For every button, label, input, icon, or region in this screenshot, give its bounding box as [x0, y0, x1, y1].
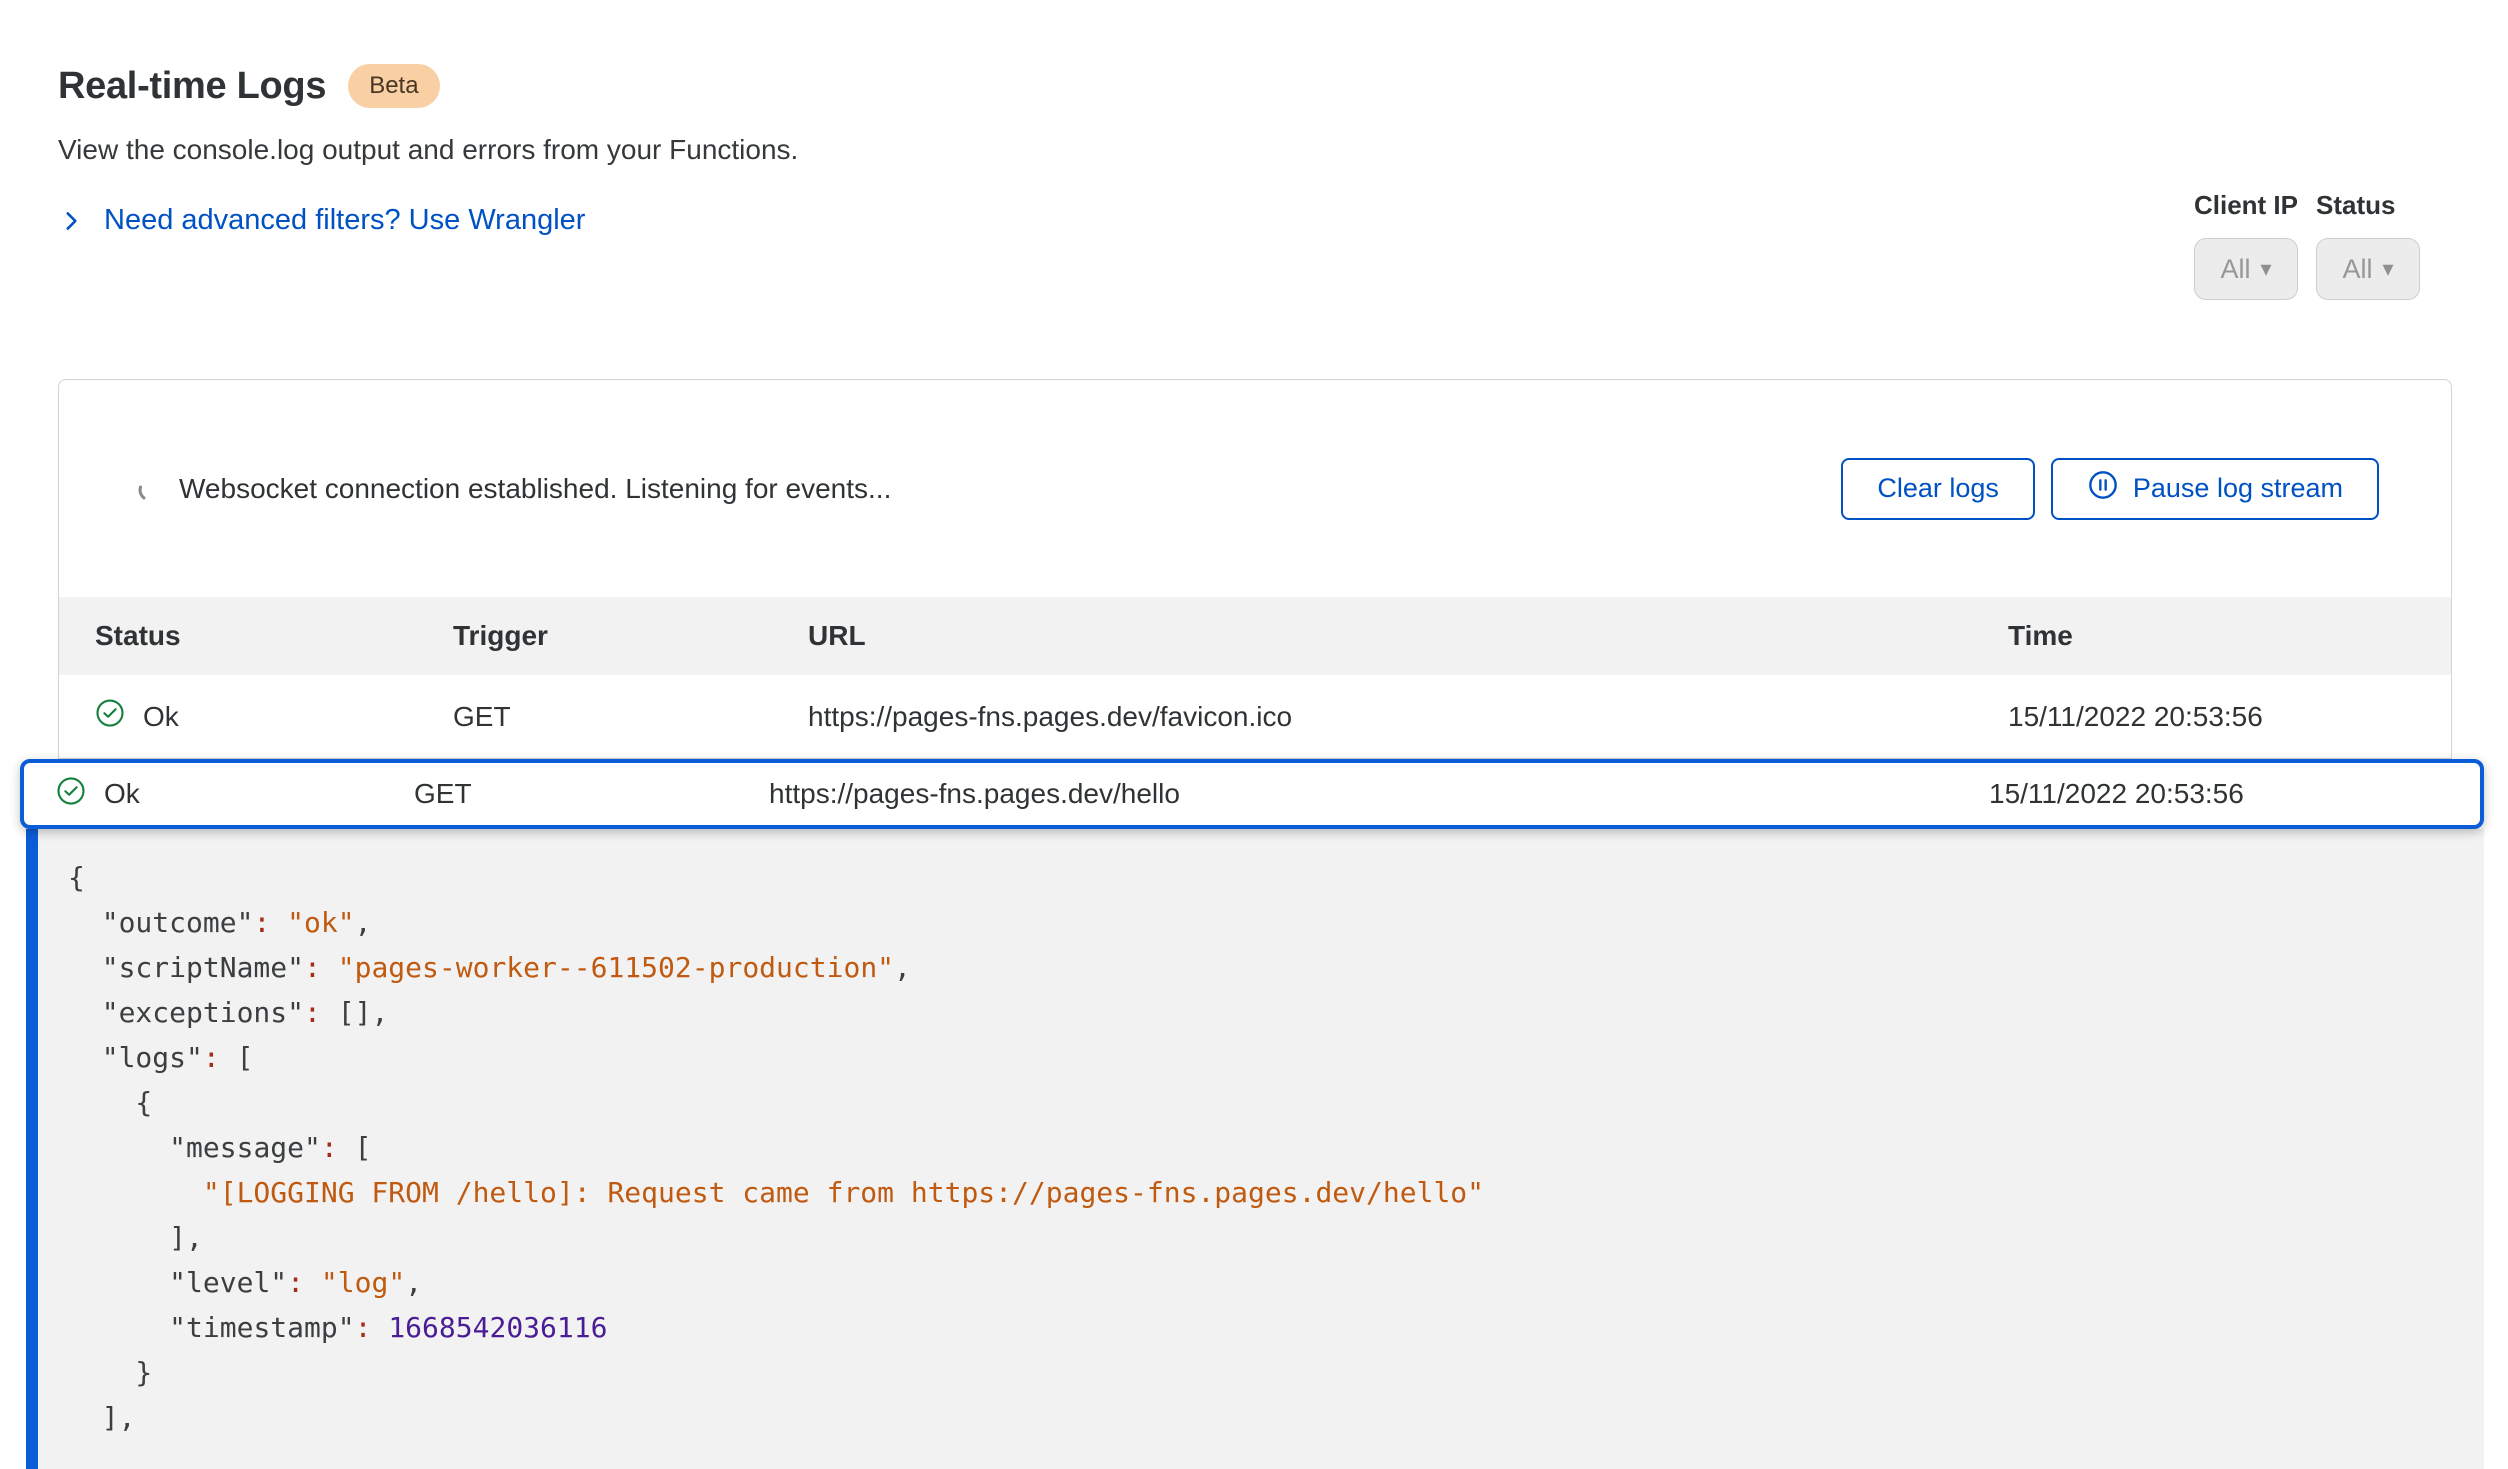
- pause-log-stream-label: Pause log stream: [2133, 473, 2343, 504]
- log-panel: Websocket connection established. Listen…: [58, 379, 2452, 759]
- pause-log-stream-button[interactable]: Pause log stream: [2051, 458, 2379, 520]
- websocket-status-message: Websocket connection established. Listen…: [179, 473, 891, 505]
- row-status: Ok: [143, 701, 179, 733]
- page-subtitle: View the console.log output and errors f…: [58, 134, 798, 166]
- expanded-log-entry: Ok GET https://pages-fns.pages.dev/hello…: [20, 759, 2484, 1469]
- clear-logs-button[interactable]: Clear logs: [1841, 458, 2035, 520]
- page-header: Real-time Logs Beta View the console.log…: [58, 64, 798, 237]
- caret-down-icon: ▾: [2260, 258, 2271, 280]
- chevron-right-icon: [58, 208, 84, 234]
- status-filter-label: Status: [2316, 190, 2420, 221]
- row-trigger: GET: [414, 778, 769, 810]
- row-status: Ok: [104, 778, 140, 810]
- log-json-content: { "outcome": "ok", "scriptName": "pages-…: [68, 855, 2444, 1440]
- status-filter-dropdown[interactable]: All ▾: [2316, 238, 2420, 300]
- log-table-row[interactable]: Ok GET https://pages-fns.pages.dev/favic…: [59, 675, 2451, 759]
- log-filters: Client IP All ▾ Status All ▾: [2194, 190, 2420, 300]
- row-url: https://pages-fns.pages.dev/hello: [769, 778, 1989, 810]
- beta-badge: Beta: [348, 64, 439, 108]
- column-header-trigger: Trigger: [453, 620, 808, 652]
- check-circle-icon: [95, 698, 125, 735]
- log-detail-json-viewer: { "outcome": "ok", "scriptName": "pages-…: [26, 829, 2484, 1469]
- client-ip-filter-value: All: [2220, 254, 2250, 285]
- client-ip-filter-dropdown[interactable]: All ▾: [2194, 238, 2298, 300]
- caret-down-icon: ▾: [2382, 258, 2393, 280]
- wrangler-link-label: Need advanced filters? Use Wrangler: [104, 204, 585, 237]
- pause-circle-icon: [2087, 469, 2119, 508]
- row-time: 15/11/2022 20:53:56: [2008, 701, 2415, 733]
- page-title: Real-time Logs: [58, 65, 326, 108]
- client-ip-filter-label: Client IP: [2194, 190, 2298, 221]
- log-table-row-selected[interactable]: Ok GET https://pages-fns.pages.dev/hello…: [20, 759, 2484, 829]
- column-header-status: Status: [95, 620, 453, 652]
- row-time: 15/11/2022 20:53:56: [1989, 778, 2448, 810]
- log-table-header: Status Trigger URL Time: [59, 597, 2451, 675]
- loading-spinner-icon: [137, 477, 161, 501]
- wrangler-advanced-filters-link[interactable]: Need advanced filters? Use Wrangler: [58, 204, 585, 237]
- column-header-url: URL: [808, 620, 2008, 652]
- row-url: https://pages-fns.pages.dev/favicon.ico: [808, 701, 2008, 733]
- clear-logs-label: Clear logs: [1877, 473, 1999, 504]
- row-trigger: GET: [453, 701, 808, 733]
- check-circle-icon: [56, 776, 86, 813]
- column-header-time: Time: [2008, 620, 2415, 652]
- status-filter-value: All: [2342, 254, 2372, 285]
- log-panel-toolbar: Websocket connection established. Listen…: [59, 380, 2451, 597]
